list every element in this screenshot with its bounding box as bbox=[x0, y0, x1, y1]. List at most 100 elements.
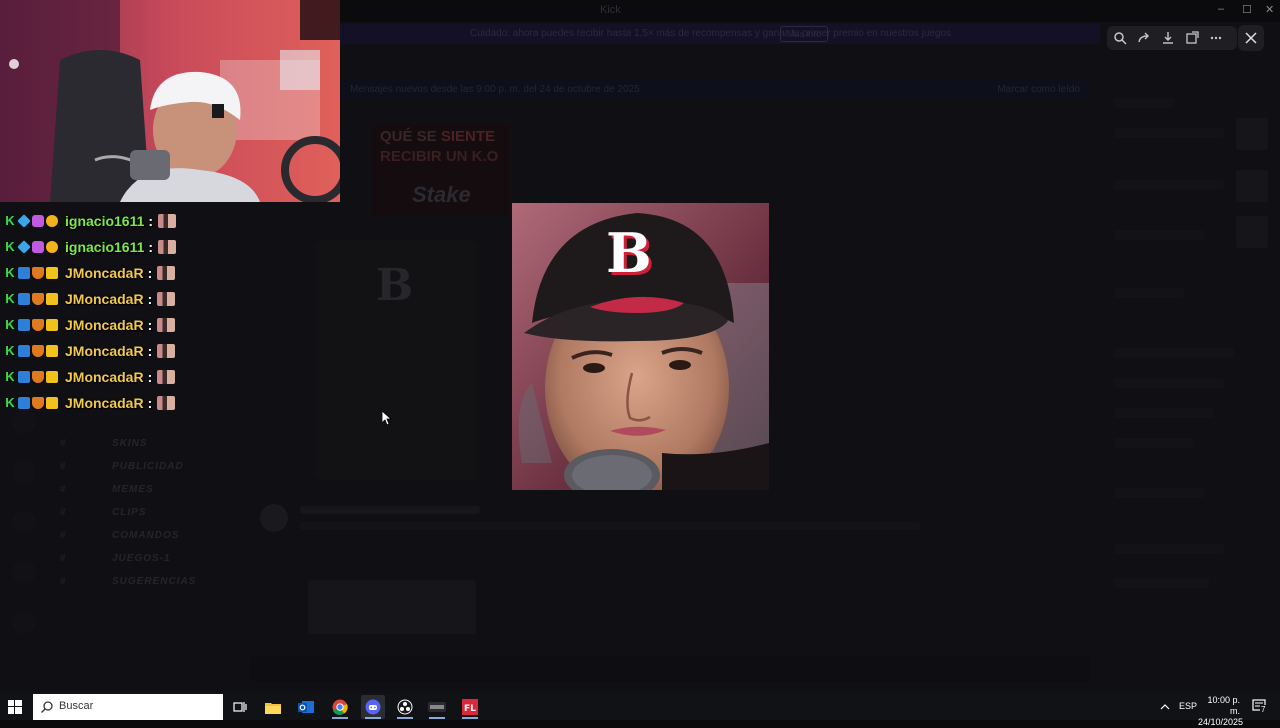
coin-icon bbox=[46, 241, 58, 253]
fl-studio-icon[interactable]: FL bbox=[458, 695, 482, 719]
channel-item[interactable]: # SKINS bbox=[60, 432, 280, 455]
chat-separator: : bbox=[147, 343, 153, 359]
start-button[interactable] bbox=[4, 696, 26, 718]
chat-username[interactable]: ignacio1611 bbox=[65, 213, 144, 229]
channel-list: # SKINS # PUBLICIDAD # MEMES # CLIPS # COMAND… bbox=[60, 432, 280, 593]
enlarged-image[interactable]: B B bbox=[512, 203, 769, 490]
chat-username[interactable]: JMoncadaR bbox=[65, 265, 144, 281]
member-item[interactable] bbox=[1114, 544, 1224, 554]
notice-button[interactable]: Más info bbox=[780, 26, 829, 42]
channel-item[interactable]: # PUBLICIDAD bbox=[60, 455, 280, 478]
server-icon[interactable] bbox=[12, 510, 36, 534]
channel-item[interactable]: # COMANDOS bbox=[60, 524, 280, 547]
shield-icon bbox=[32, 267, 44, 279]
chevron-up-icon[interactable] bbox=[1160, 703, 1170, 710]
member-item[interactable] bbox=[1114, 578, 1209, 588]
message-input[interactable] bbox=[250, 656, 1090, 682]
task-view-icon[interactable] bbox=[228, 695, 252, 719]
member-item[interactable] bbox=[1114, 230, 1204, 240]
new-messages-text: Mensajes nuevos desde las 9:00 p. m. del… bbox=[350, 84, 640, 95]
background-avatar: B bbox=[316, 240, 476, 480]
search-icon bbox=[41, 701, 53, 713]
member-thumbnail bbox=[1236, 216, 1268, 248]
outlook-icon[interactable] bbox=[294, 695, 318, 719]
sword-icon bbox=[18, 319, 30, 331]
minimize-button[interactable]: – bbox=[1218, 3, 1224, 15]
member-item[interactable] bbox=[1114, 288, 1184, 298]
banner-line-2: RECIBIR UN K.O bbox=[380, 148, 499, 165]
chat-username[interactable]: JMoncadaR bbox=[65, 369, 144, 385]
member-item[interactable] bbox=[1114, 378, 1224, 388]
more-icon[interactable] bbox=[1206, 28, 1226, 48]
notification-icon[interactable]: 7 bbox=[1252, 699, 1267, 714]
shield-icon bbox=[32, 397, 44, 409]
search-placeholder: Buscar bbox=[59, 700, 94, 712]
chat-username[interactable]: JMoncadaR bbox=[65, 343, 144, 359]
channel-item[interactable]: # SUGERENCIAS bbox=[60, 570, 280, 593]
member-list bbox=[1100, 88, 1280, 688]
chat-separator: : bbox=[147, 369, 153, 385]
maximize-button[interactable]: ☐ bbox=[1242, 3, 1252, 16]
kick-icon: K bbox=[5, 343, 15, 358]
cube-icon bbox=[17, 214, 31, 228]
member-item[interactable] bbox=[1114, 128, 1224, 138]
channel-item[interactable]: # JUEGOS-1 bbox=[60, 547, 280, 570]
close-icon[interactable] bbox=[1238, 25, 1264, 51]
chat-message: K JMoncadaR : bbox=[4, 338, 304, 364]
file-explorer-icon[interactable] bbox=[261, 695, 285, 719]
emote-icon bbox=[157, 370, 176, 384]
mark-as-read-button[interactable]: Marcar como leído bbox=[997, 84, 1080, 95]
chat-message: K JMoncadaR : bbox=[4, 260, 304, 286]
chat-message: K ignacio1611 : bbox=[4, 208, 304, 234]
language-indicator[interactable]: ESP bbox=[1179, 701, 1197, 711]
kick-icon: K bbox=[5, 239, 15, 254]
active-indicator bbox=[397, 717, 413, 719]
member-item[interactable] bbox=[1114, 488, 1204, 498]
app-icon[interactable] bbox=[425, 695, 449, 719]
member-item[interactable] bbox=[1114, 408, 1214, 418]
emote-icon bbox=[157, 266, 176, 280]
sword-icon bbox=[18, 293, 30, 305]
download-icon[interactable] bbox=[1158, 28, 1178, 48]
channel-item[interactable]: # MEMES bbox=[60, 478, 280, 501]
kick-icon: K bbox=[5, 369, 15, 384]
member-item[interactable] bbox=[1114, 438, 1194, 448]
obs-icon[interactable] bbox=[393, 695, 417, 719]
open-external-icon[interactable] bbox=[1182, 28, 1202, 48]
member-item[interactable] bbox=[1114, 98, 1174, 108]
taskbar-search[interactable]: Buscar bbox=[33, 694, 223, 720]
emote-icon bbox=[158, 240, 177, 254]
zoom-icon[interactable] bbox=[1110, 28, 1130, 48]
window-close-button[interactable]: ✕ bbox=[1265, 3, 1274, 16]
chat-username[interactable]: JMoncadaR bbox=[65, 395, 144, 411]
clock[interactable]: 10:00 p. m. 24/10/2025 bbox=[1198, 695, 1243, 728]
chat-message: K JMoncadaR : bbox=[4, 312, 304, 338]
chrome-icon[interactable] bbox=[328, 695, 352, 719]
shield-icon bbox=[32, 371, 44, 383]
shield-icon bbox=[32, 345, 44, 357]
share-icon[interactable] bbox=[1134, 28, 1154, 48]
chat-username[interactable]: JMoncadaR bbox=[65, 291, 144, 307]
chat-username[interactable]: JMoncadaR bbox=[65, 317, 144, 333]
member-item[interactable] bbox=[1114, 348, 1234, 358]
active-indicator bbox=[365, 717, 381, 719]
new-messages-bar[interactable]: Mensajes nuevos desde las 9:00 p. m. del… bbox=[340, 80, 1090, 100]
sword-icon bbox=[18, 371, 30, 383]
channel-item[interactable]: # CLIPS bbox=[60, 501, 280, 524]
svg-text:FL: FL bbox=[464, 704, 476, 714]
server-icon[interactable] bbox=[12, 560, 36, 584]
crown-icon bbox=[46, 397, 58, 409]
kick-icon: K bbox=[5, 291, 15, 306]
server-icon[interactable] bbox=[12, 460, 36, 484]
crown-icon bbox=[46, 371, 58, 383]
notification-count: 7 bbox=[1260, 705, 1267, 714]
member-item[interactable] bbox=[1114, 180, 1224, 190]
chat-username[interactable]: ignacio1611 bbox=[65, 239, 144, 255]
notice-bar: Cuidado: ahora puedes recibir hasta 1,5×… bbox=[340, 24, 1100, 44]
taskbar: Buscar FL ESP 10:00 p. m. 24/10/2025 7 bbox=[0, 693, 1280, 727]
discord-icon[interactable] bbox=[361, 695, 385, 719]
server-icon[interactable] bbox=[12, 610, 36, 634]
message-embed bbox=[308, 580, 476, 634]
clock-time: 10:00 p. m. bbox=[1207, 695, 1240, 716]
sword-icon bbox=[18, 397, 30, 409]
